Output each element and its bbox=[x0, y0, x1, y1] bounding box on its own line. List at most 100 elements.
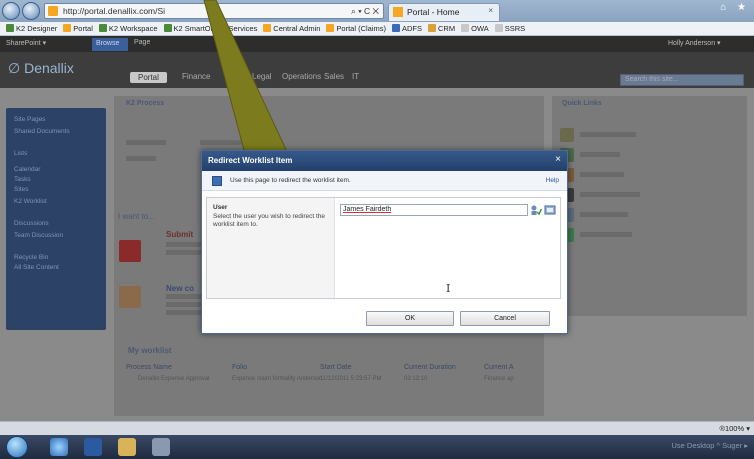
user-menu[interactable]: Holly Anderson ▾ bbox=[668, 39, 721, 47]
i-want-to-heading: I want to... bbox=[118, 212, 155, 221]
blurred-text-line bbox=[580, 232, 632, 237]
favorite-label: OWA bbox=[471, 24, 489, 33]
address-bar[interactable]: http://portal.denallix.com/Si ⌕ ▾ C ✕ bbox=[44, 3, 384, 19]
tab-close-icon[interactable]: × bbox=[488, 6, 493, 15]
browser-tab[interactable]: Portal - Home × bbox=[388, 3, 500, 21]
blurred-text-line bbox=[200, 140, 260, 145]
site-logo[interactable]: ∅ Denallix bbox=[8, 60, 74, 77]
blurred-text-line bbox=[126, 140, 166, 145]
submit-icon bbox=[119, 240, 141, 262]
back-button[interactable] bbox=[2, 2, 20, 20]
favorite-link[interactable]: SSRS bbox=[494, 22, 525, 35]
favorite-label: K2 Workspace bbox=[108, 24, 158, 33]
new-contact-icon bbox=[119, 286, 141, 308]
quick-launch-item[interactable]: Recycle Bin bbox=[14, 254, 48, 261]
check-names-icon[interactable] bbox=[530, 204, 542, 216]
favorite-label: CRM bbox=[438, 24, 456, 33]
forward-button[interactable] bbox=[22, 2, 40, 20]
browser-titlebar: http://portal.denallix.com/Si ⌕ ▾ C ✕ Po… bbox=[0, 0, 754, 22]
quick-launch-item[interactable]: Discussions bbox=[14, 220, 49, 227]
favorite-link[interactable]: CRM bbox=[428, 22, 456, 35]
right-column bbox=[552, 96, 747, 316]
worklist-column-header[interactable]: Folio bbox=[232, 364, 247, 371]
worklist-cell: Denallix Expense Approval bbox=[138, 376, 210, 382]
tab-favicon-icon bbox=[393, 7, 403, 17]
quick-launch-item[interactable]: Tasks bbox=[14, 176, 31, 183]
nav-tab[interactable]: IT bbox=[352, 72, 359, 81]
quick-launch-item[interactable]: Sites bbox=[14, 186, 28, 193]
favorite-icon bbox=[6, 24, 14, 32]
nav-tab[interactable]: Operations bbox=[282, 72, 321, 81]
favorite-label: K2 SmartObject Services bbox=[173, 24, 258, 33]
quick-launch-item[interactable]: All Site Content bbox=[14, 264, 59, 271]
ie-taskbar-icon[interactable] bbox=[50, 438, 68, 456]
help-link[interactable]: Help bbox=[546, 177, 559, 184]
app-taskbar-icon[interactable] bbox=[152, 438, 170, 456]
close-icon[interactable]: × bbox=[555, 154, 561, 165]
worklist-column-header[interactable]: Current A bbox=[484, 364, 514, 371]
blurred-text-line bbox=[580, 172, 624, 177]
worklist-cell: 11/12/2011 5:23:57 PM bbox=[320, 376, 382, 382]
quick-launch-item[interactable]: Calendar bbox=[14, 166, 40, 173]
explorer-taskbar-icon[interactable] bbox=[118, 438, 136, 456]
address-controls[interactable]: ⌕ ▾ C ✕ bbox=[351, 6, 379, 17]
ribbon-top: SharePoint ▾ Browse Page Holly Anderson … bbox=[0, 36, 754, 52]
submit-link[interactable]: Submit bbox=[166, 230, 193, 239]
quick-launch-nav: Site Pages Shared Documents Lists Calendar T… bbox=[6, 108, 106, 330]
browser-home-favorites-icons[interactable]: ⌂ ★ bbox=[720, 2, 750, 13]
start-button[interactable] bbox=[6, 436, 28, 458]
new-link[interactable]: New co bbox=[166, 284, 194, 293]
favorite-icon bbox=[428, 24, 437, 32]
favorite-link[interactable]: Portal (Claims) bbox=[326, 22, 386, 35]
favorite-link[interactable]: K2 SmartObject Services bbox=[163, 22, 258, 35]
dialog-info-bar: Use this page to redirect the worklist i… bbox=[202, 171, 567, 191]
cancel-button[interactable]: Cancel bbox=[460, 311, 550, 326]
quick-links-heading: Quick Links bbox=[562, 100, 602, 107]
powershell-taskbar-icon[interactable] bbox=[84, 438, 102, 456]
ribbon-tab-page[interactable]: Page bbox=[134, 39, 150, 46]
quick-launch-item[interactable]: Team Discussion bbox=[14, 232, 63, 239]
favorite-link[interactable]: K2 Workspace bbox=[98, 22, 158, 35]
blurred-text-line bbox=[580, 132, 636, 137]
worklist-column-header[interactable]: Current Duration bbox=[404, 364, 456, 371]
quick-launch-item[interactable]: Shared Documents bbox=[14, 128, 70, 135]
nav-tab[interactable]: Legal bbox=[252, 72, 272, 81]
browser-statusbar: ®100% ▾ bbox=[0, 421, 754, 435]
worklist-column-header[interactable]: Start Date bbox=[320, 364, 352, 371]
favorite-label: ADFS bbox=[402, 24, 423, 33]
my-worklist-heading: My worklist bbox=[128, 346, 172, 355]
address-book-icon[interactable] bbox=[544, 204, 556, 216]
nav-tab[interactable]: Finance bbox=[182, 72, 210, 81]
favorite-link[interactable]: K2 Designer bbox=[6, 22, 58, 35]
dialog-title: Redirect Worklist Item bbox=[208, 156, 293, 165]
worklist-column-header[interactable]: Process Name bbox=[126, 364, 172, 371]
favorite-icon bbox=[98, 24, 107, 32]
favorite-link[interactable]: Central Admin bbox=[263, 22, 320, 35]
favorite-link[interactable]: ADFS bbox=[392, 22, 423, 35]
favorite-label: Portal bbox=[73, 24, 93, 33]
nav-tab[interactable]: Sales bbox=[324, 72, 344, 81]
windows-taskbar: Use Desktop ^ Suger ▸ bbox=[0, 435, 754, 459]
ribbon-tab-browse[interactable]: Browse bbox=[92, 38, 128, 51]
ok-button[interactable]: OK bbox=[366, 311, 454, 326]
favorites-bar: K2 Designer Portal K2 Workspace K2 SmartObj… bbox=[0, 22, 754, 36]
user-people-picker-input[interactable]: James Fairdeth bbox=[340, 204, 528, 216]
favorite-link[interactable]: Portal bbox=[63, 22, 93, 35]
user-input-value: James Fairdeth bbox=[343, 206, 392, 213]
favorite-link[interactable]: OWA bbox=[461, 22, 489, 35]
quick-launch-item[interactable]: Site Pages bbox=[14, 116, 45, 123]
site-search-input[interactable]: Search this site... bbox=[620, 74, 744, 86]
quick-link-icon bbox=[560, 128, 574, 142]
system-tray[interactable]: Use Desktop ^ Suger ▸ bbox=[672, 441, 748, 450]
favorite-label: K2 Designer bbox=[16, 24, 58, 33]
zoom-level[interactable]: ®100% ▾ bbox=[719, 424, 750, 433]
page-icon bbox=[212, 176, 222, 186]
nav-tab[interactable]: Portal bbox=[130, 72, 167, 83]
dialog-titlebar: Redirect Worklist Item × bbox=[202, 151, 567, 171]
site-actions-menu[interactable]: SharePoint ▾ bbox=[6, 39, 46, 47]
worklist-cell: 03:13:10 bbox=[404, 376, 428, 382]
k2-process-heading: K2 Process bbox=[126, 100, 165, 107]
quick-launch-item[interactable]: K2 Worklist bbox=[14, 198, 47, 205]
quick-launch-item[interactable]: Lists bbox=[14, 150, 27, 157]
nav-tab[interactable]: HR bbox=[226, 72, 238, 81]
